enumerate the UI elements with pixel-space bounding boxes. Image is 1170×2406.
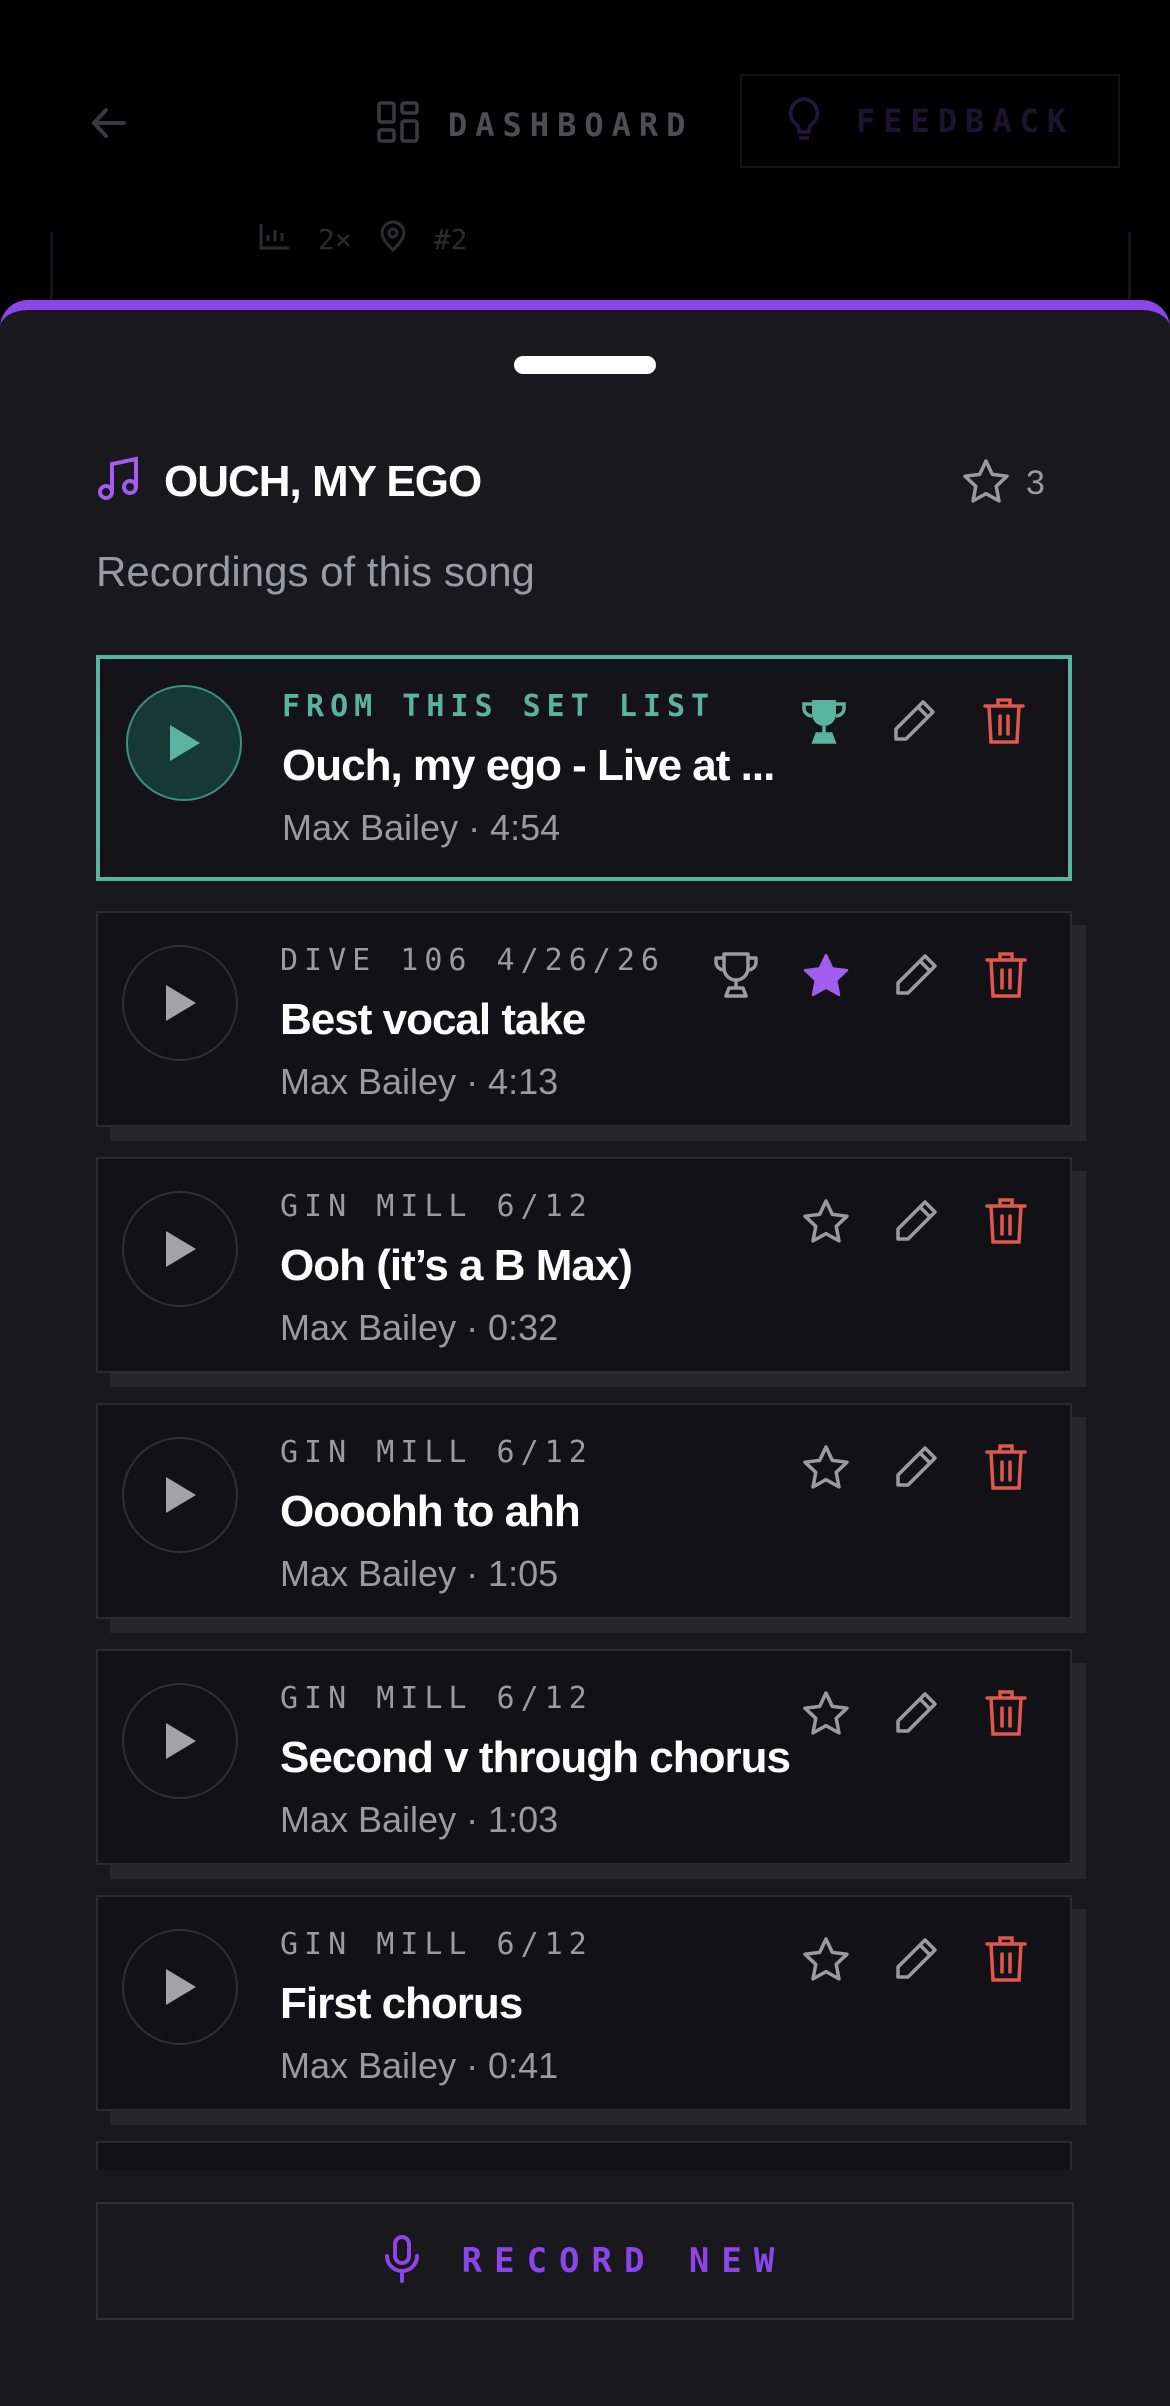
recording-artist-duration: Max Bailey · 4:13 — [280, 1061, 559, 1102]
play-icon — [166, 1969, 196, 2005]
recording-meta: GIN MILL 6/12 — [280, 1189, 593, 1224]
recording-card-partial[interactable] — [96, 2141, 1072, 2170]
background-card-meta: 2× #2 — [258, 220, 467, 259]
star-filled-icon[interactable] — [800, 949, 852, 1001]
grid-icon — [376, 100, 420, 149]
top-bar: DASHBOARD FEEDBACK — [0, 0, 1170, 232]
dashboard-link[interactable]: DASHBOARD — [376, 100, 693, 149]
star-outline-icon[interactable] — [800, 1195, 852, 1247]
recording-meta: FROM THIS SET LIST — [282, 689, 716, 724]
star-outline-icon[interactable] — [800, 1441, 852, 1493]
sheet-subtitle: Recordings of this song — [96, 548, 535, 595]
recording-card[interactable]: GIN MILL 6/12 Ooh (it’s a B Max) Max Bai… — [96, 1157, 1072, 1373]
chart-icon — [258, 221, 292, 258]
recording-card[interactable]: GIN MILL 6/12 Oooohh to ahh Max Bailey ·… — [96, 1403, 1072, 1619]
recording-artist-duration: Max Bailey · 0:41 — [280, 2045, 559, 2086]
recording-meta: DIVE 106 4/26/26 — [280, 943, 665, 978]
recording-card[interactable]: FROM THIS SET LIST Ouch, my ego - Live a… — [96, 655, 1072, 881]
recording-meta: GIN MILL 6/12 — [280, 1435, 593, 1470]
song-title: OUCH, MY EGO — [164, 456, 482, 506]
edit-pencil-icon[interactable] — [890, 1441, 942, 1493]
set-position: #2 — [433, 223, 468, 256]
edit-pencil-icon[interactable] — [890, 949, 942, 1001]
play-icon — [166, 1231, 196, 1267]
recording-actions — [800, 1687, 1032, 1739]
music-note-icon — [96, 456, 142, 507]
recording-actions — [800, 1195, 1032, 1247]
recording-artist-duration: Max Bailey · 1:03 — [280, 1799, 559, 1840]
favorites-count[interactable]: 3 — [962, 458, 1045, 509]
play-button[interactable] — [122, 945, 238, 1061]
recording-artist-duration: Max Bailey · 1:05 — [280, 1553, 559, 1594]
edit-pencil-icon[interactable] — [890, 1195, 942, 1247]
play-icon — [166, 1477, 196, 1513]
recording-actions — [710, 949, 1032, 1001]
recording-artist-duration: Max Bailey · 4:54 — [282, 807, 561, 848]
favorites-count-value: 3 — [1026, 464, 1045, 502]
play-button[interactable] — [122, 1437, 238, 1553]
feedback-button[interactable]: FEEDBACK — [740, 74, 1120, 168]
trash-icon[interactable] — [980, 1441, 1032, 1493]
star-outline-icon[interactable] — [800, 1933, 852, 1985]
recording-name: Ouch, my ego - Live at ... — [282, 741, 775, 790]
recording-name: Oooohh to ahh — [280, 1487, 581, 1536]
trash-icon[interactable] — [978, 695, 1030, 747]
recording-name: Second v through chorus — [280, 1733, 791, 1782]
recording-meta: GIN MILL 6/12 — [280, 1927, 593, 1962]
dashboard-label: DASHBOARD — [448, 105, 694, 144]
recording-name: Best vocal take — [280, 995, 586, 1044]
microphone-icon — [384, 2234, 420, 2289]
recording-name: First chorus — [280, 1979, 523, 2028]
play-button[interactable] — [126, 685, 242, 801]
trophy-icon[interactable] — [798, 695, 850, 747]
record-new-label: RECORD NEW — [461, 2241, 787, 2281]
trash-icon[interactable] — [980, 1687, 1032, 1739]
play-button[interactable] — [122, 1191, 238, 1307]
play-count: 2× — [318, 223, 352, 256]
play-button[interactable] — [122, 1929, 238, 2045]
play-icon — [170, 725, 200, 761]
play-icon — [166, 985, 196, 1021]
song-header: OUCH, MY EGO — [96, 456, 482, 507]
recording-name: Ooh (it’s a B Max) — [280, 1241, 633, 1290]
trophy-outline-icon[interactable] — [710, 949, 762, 1001]
recordings-sheet: OUCH, MY EGO 3 Recordings of this song F… — [0, 300, 1170, 2406]
recording-actions — [800, 1441, 1032, 1493]
recording-card[interactable]: DIVE 106 4/26/26 Best vocal take Max Bai… — [96, 911, 1072, 1127]
recording-card[interactable]: GIN MILL 6/12 Second v through chorus Ma… — [96, 1649, 1072, 1865]
trash-icon[interactable] — [980, 1195, 1032, 1247]
trash-icon[interactable] — [980, 949, 1032, 1001]
drag-handle[interactable] — [514, 356, 656, 374]
feedback-label: FEEDBACK — [856, 102, 1075, 140]
lightbulb-icon — [784, 96, 824, 147]
location-pin-icon — [378, 220, 408, 259]
trash-icon[interactable] — [980, 1933, 1032, 1985]
back-arrow-icon[interactable] — [84, 98, 134, 148]
recording-meta: GIN MILL 6/12 — [280, 1681, 593, 1716]
play-button[interactable] — [122, 1683, 238, 1799]
record-new-button[interactable]: RECORD NEW — [96, 2202, 1074, 2320]
edit-pencil-icon[interactable] — [890, 1933, 942, 1985]
star-outline-icon[interactable] — [800, 1687, 852, 1739]
edit-pencil-icon[interactable] — [890, 1687, 942, 1739]
recording-artist-duration: Max Bailey · 0:32 — [280, 1307, 559, 1348]
recording-actions — [798, 695, 1030, 747]
recordings-list[interactable]: FROM THIS SET LIST Ouch, my ego - Live a… — [96, 655, 1096, 2170]
star-outline-icon — [962, 458, 1010, 509]
play-icon — [166, 1723, 196, 1759]
recording-actions — [800, 1933, 1032, 1985]
edit-pencil-icon[interactable] — [888, 695, 940, 747]
recording-card[interactable]: GIN MILL 6/12 First chorus Max Bailey · … — [96, 1895, 1072, 2111]
